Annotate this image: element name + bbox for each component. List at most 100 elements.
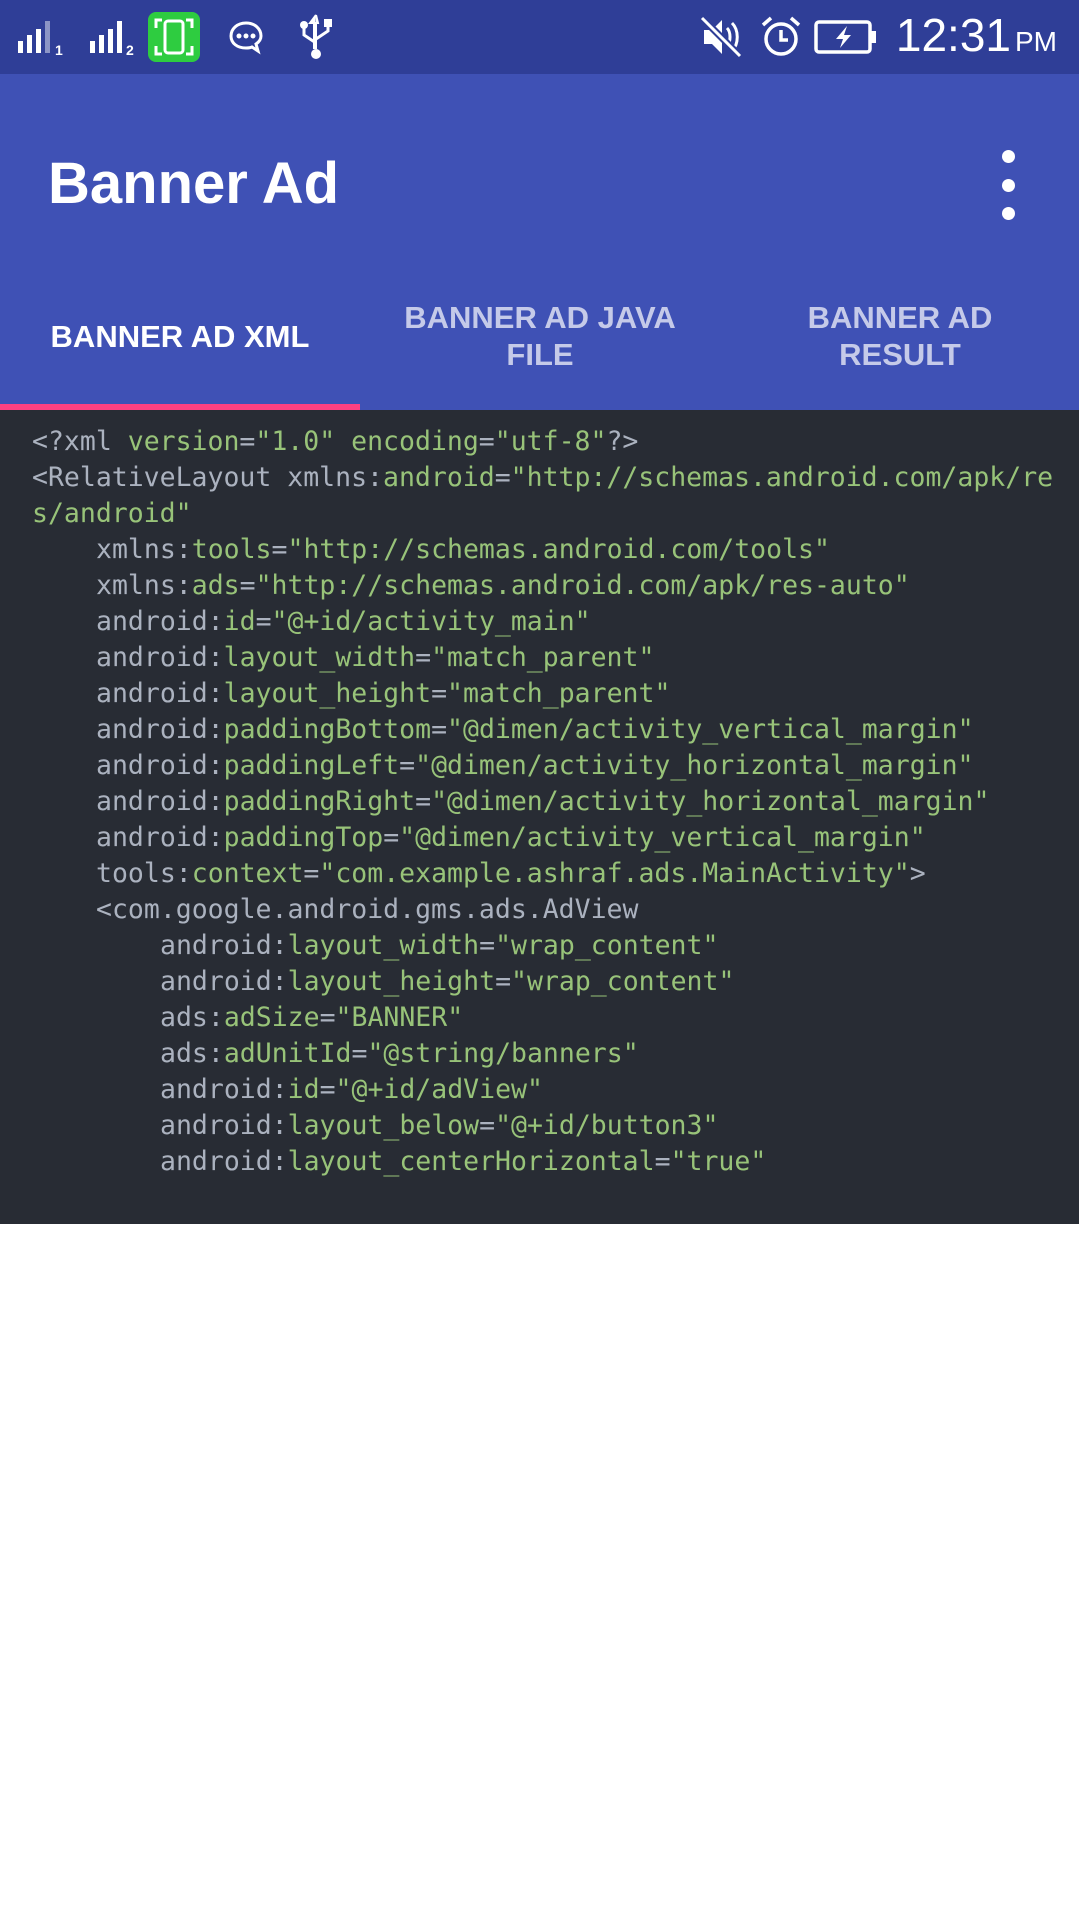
tab-banner-ad-java-file[interactable]: BANNER AD JAVA FILE — [360, 262, 720, 410]
code-token: layout_height — [287, 966, 496, 997]
code-token: "http://schemas.android.com/tools" — [287, 534, 830, 565]
code-token: ads: — [160, 1002, 224, 1033]
tab-banner-ad-xml[interactable]: BANNER AD XML — [0, 262, 360, 410]
code-token: "@dimen/activity_horizontal_margin" — [431, 786, 990, 817]
code-token: "@+id/button3" — [495, 1110, 719, 1141]
usb-icon — [294, 12, 338, 62]
code-line: android:layout_width="wrap_content" — [32, 928, 1062, 964]
code-line: android:id="@+id/activity_main" — [32, 604, 1062, 640]
code-token: android: — [96, 786, 224, 817]
tab-label: BANNER AD JAVA FILE — [404, 300, 676, 372]
code-token: adSize — [223, 1002, 320, 1033]
code-line: xmlns:ads="http://schemas.android.com/ap… — [32, 568, 1062, 604]
menu-dot — [1001, 150, 1015, 163]
code-token: encoding — [351, 426, 479, 457]
mute-icon — [696, 12, 746, 62]
code-line: ads:adUnitId="@string/banners" — [32, 1036, 1062, 1072]
code-token: "@+id/adView" — [335, 1074, 543, 1105]
code-token: = — [415, 642, 432, 673]
code-token: layout_height — [223, 678, 432, 709]
code-token: "BANNER" — [335, 1002, 464, 1033]
tab-label: BANNER AD RESULT — [807, 300, 993, 372]
code-line: <RelativeLayout xmlns:android="http://sc… — [32, 460, 1062, 532]
code-token: "wrap_content" — [511, 966, 735, 997]
code-token: android: — [160, 1074, 288, 1105]
code-token: "http://schemas.android.com/apk/res-auto… — [255, 570, 910, 601]
code-token: android: — [160, 1146, 288, 1177]
tab-banner-ad-result[interactable]: BANNER AD RESULT — [720, 262, 1079, 410]
code-token: id — [287, 1074, 320, 1105]
menu-dot — [1001, 207, 1015, 220]
code-panel[interactable]: <?xml version="1.0" encoding="utf-8"?> <R… — [0, 410, 1079, 1224]
code-token: = — [494, 462, 511, 493]
code-line: android:paddingTop="@dimen/activity_vert… — [32, 820, 1062, 856]
code-line: android:id="@+id/adView" — [32, 1072, 1062, 1108]
code-token: android: — [96, 606, 224, 637]
code-token: "match_parent" — [431, 642, 655, 673]
alarm-icon — [758, 12, 804, 62]
code-token: "@dimen/activity_vertical_margin" — [447, 714, 974, 745]
code-token: = — [478, 426, 495, 457]
code-line: android:layout_centerHorizontal="true" — [32, 1144, 1062, 1180]
battery-charging-icon — [814, 12, 878, 62]
code-token: = — [479, 930, 496, 961]
code-token: "@string/banners" — [367, 1038, 639, 1069]
code-token: "wrap_content" — [495, 930, 719, 961]
code-token: version — [127, 426, 240, 457]
code-token: "@dimen/activity_vertical_margin" — [399, 822, 926, 853]
code-token: "com.example.ashraf.ads.MainActivity" — [319, 858, 910, 889]
code-token: android: — [160, 930, 288, 961]
tab-bar: BANNER AD XML BANNER AD JAVA FILE BANNER… — [0, 262, 1079, 410]
code-token: paddingRight — [223, 786, 416, 817]
code-token: = — [239, 570, 256, 601]
code-token: = — [479, 1110, 496, 1141]
code-token: context — [191, 858, 304, 889]
code-token: paddingTop — [223, 822, 384, 853]
code-token: = — [431, 678, 448, 709]
code-token: android: — [96, 750, 224, 781]
code-token: android: — [96, 642, 224, 673]
code-line: tools:context="com.example.ashraf.ads.Ma… — [32, 856, 1062, 892]
code-token: ?> — [606, 426, 639, 457]
code-token: layout_width — [223, 642, 416, 673]
more-vert-icon[interactable] — [990, 150, 1026, 220]
code-line: android:layout_height="match_parent" — [32, 676, 1062, 712]
svg-text:2: 2 — [126, 42, 134, 57]
message-icon — [226, 12, 266, 62]
code-token: = — [495, 966, 512, 997]
code-token: android: — [160, 1110, 288, 1141]
status-bar: 1 2 12:31 PM — [0, 0, 1079, 74]
code-token: paddingLeft — [223, 750, 400, 781]
code-token: = — [319, 1002, 336, 1033]
code-token: <com.google.android.gms.ads.AdView — [96, 894, 639, 925]
code-token: = — [255, 606, 272, 637]
code-token: <?xml — [32, 426, 128, 457]
code-token: android: — [96, 714, 224, 745]
code-token: <RelativeLayout xmlns: — [32, 462, 383, 493]
code-line: xmlns:tools="http://schemas.android.com/… — [32, 532, 1062, 568]
code-token: ads: — [160, 1038, 224, 1069]
clock-ampm: PM — [1015, 26, 1057, 57]
code-token: = — [415, 786, 432, 817]
code-line: <?xml version="1.0" encoding="utf-8"?> — [32, 424, 1062, 460]
clock-time: 12:31 — [895, 9, 1011, 61]
code-token: > — [909, 858, 926, 889]
code-token: paddingBottom — [223, 714, 432, 745]
code-token: = — [303, 858, 320, 889]
status-clock: 12:31 PM — [896, 8, 1057, 62]
empty-content-area — [0, 1224, 1079, 1920]
svg-text:1: 1 — [55, 42, 63, 57]
code-token: "true" — [670, 1146, 767, 1177]
code-line: <com.google.android.gms.ads.AdView — [32, 892, 1062, 928]
code-line: android:layout_below="@+id/button3" — [32, 1108, 1062, 1144]
code-token: ads — [191, 570, 240, 601]
code-token: = — [239, 426, 256, 457]
code-token: layout_width — [287, 930, 480, 961]
code-token: xmlns: — [96, 534, 192, 565]
code-token: "1.0" — [255, 426, 336, 457]
code-token: tools — [191, 534, 272, 565]
code-token: "@dimen/activity_horizontal_margin" — [415, 750, 974, 781]
menu-dot — [1001, 178, 1015, 192]
code-token: "match_parent" — [447, 678, 671, 709]
